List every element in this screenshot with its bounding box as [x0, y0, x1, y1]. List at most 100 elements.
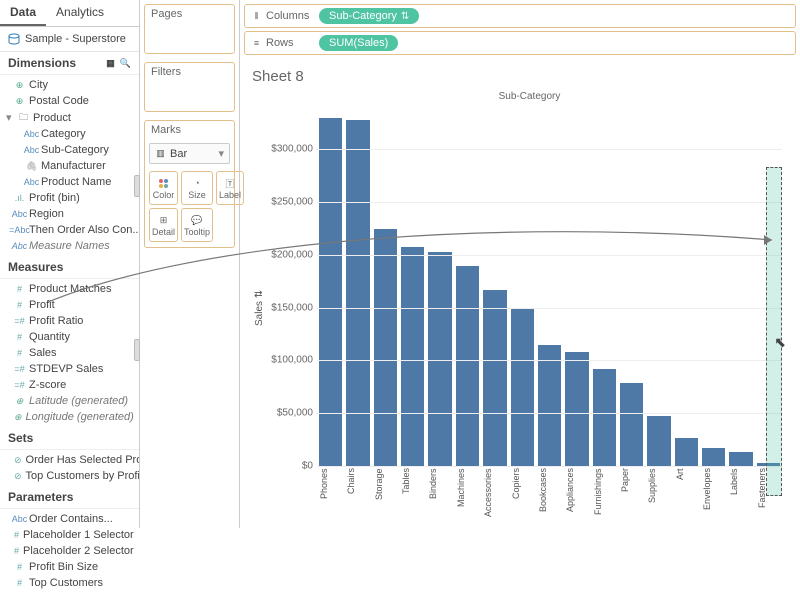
- x-tick[interactable]: Furnishings: [593, 468, 616, 526]
- x-tick[interactable]: Accessories: [483, 468, 506, 526]
- hash-icon: #: [14, 546, 19, 557]
- search-icon[interactable]: 🔍: [120, 58, 131, 69]
- bar[interactable]: [675, 438, 698, 467]
- dim-region[interactable]: AbcRegion: [0, 206, 139, 222]
- bar[interactable]: [511, 308, 534, 466]
- x-tick[interactable]: Tables: [401, 468, 424, 526]
- x-tick[interactable]: Chairs: [346, 468, 369, 526]
- color-dots-icon: [159, 179, 168, 188]
- left-sidebar: Data Analytics Sample - Superstore Dimen…: [0, 0, 140, 528]
- bar[interactable]: [428, 252, 451, 466]
- bar[interactable]: [729, 452, 752, 466]
- meas-stdevp[interactable]: =#STDEVP Sales: [0, 361, 139, 377]
- dim-manufacturer[interactable]: 🖇Manufacturer: [0, 158, 139, 174]
- mark-detail[interactable]: ⊞Detail: [149, 208, 178, 242]
- bar[interactable]: [401, 247, 424, 466]
- pill-subcategory[interactable]: Sub-Category⇅: [319, 8, 419, 24]
- x-tick[interactable]: Supplies: [647, 468, 670, 526]
- param-p2[interactable]: #Placeholder 2 Selector: [0, 543, 139, 559]
- mark-size[interactable]: ◔Size: [181, 171, 213, 205]
- x-tick[interactable]: Binders: [428, 468, 451, 526]
- mark-type-dropdown[interactable]: ▥ Bar ▾: [149, 143, 230, 164]
- meas-lon[interactable]: ⊕Longitude (generated): [0, 409, 139, 425]
- scroll-thumb[interactable]: [134, 175, 140, 197]
- database-icon: [8, 33, 20, 45]
- x-tick[interactable]: Labels: [729, 468, 752, 526]
- meas-sales[interactable]: #Sales: [0, 345, 139, 361]
- hash-icon: #: [14, 332, 25, 343]
- dim-postal[interactable]: ⊕Postal Code: [0, 93, 139, 109]
- drop-target[interactable]: [766, 167, 782, 496]
- param-pbin[interactable]: #Profit Bin Size: [0, 559, 139, 575]
- y-axis-label[interactable]: Sales ⇅: [252, 89, 267, 526]
- pill-sum-sales[interactable]: SUM(Sales): [319, 35, 398, 51]
- dim-subcategory[interactable]: AbcSub-Category: [0, 142, 139, 158]
- x-tick[interactable]: Art: [675, 468, 698, 526]
- sets-header: Sets: [0, 427, 139, 450]
- globe-icon: ⊕: [14, 96, 25, 107]
- x-tick[interactable]: Envelopes: [702, 468, 725, 526]
- bar[interactable]: [456, 266, 479, 466]
- mark-color[interactable]: Color: [149, 171, 178, 205]
- x-tick[interactable]: Bookcases: [538, 468, 561, 526]
- bar[interactable]: [647, 416, 670, 466]
- bar[interactable]: [538, 345, 561, 466]
- tab-analytics[interactable]: Analytics: [46, 0, 114, 26]
- top-shelves: ⦀Columns Sub-Category⇅ ≡Rows SUM(Sales): [240, 0, 800, 62]
- bar[interactable]: [374, 229, 397, 466]
- plot-area[interactable]: $0$50,000$100,000$150,000$200,000$250,00…: [317, 107, 782, 466]
- param-p1[interactable]: #Placeholder 1 Selector: [0, 527, 139, 543]
- x-tick[interactable]: Appliances: [565, 468, 588, 526]
- gridline: [317, 413, 782, 414]
- x-tick[interactable]: Paper: [620, 468, 643, 526]
- x-tick[interactable]: Machines: [456, 468, 479, 526]
- column-header[interactable]: Sub-Category: [267, 91, 792, 102]
- bar[interactable]: [702, 448, 725, 466]
- filters-shelf[interactable]: Filters: [144, 62, 235, 112]
- rows-shelf[interactable]: ≡Rows SUM(Sales): [244, 31, 796, 55]
- dim-measurenames[interactable]: AbcMeasure Names: [0, 238, 139, 254]
- meas-quantity[interactable]: #Quantity: [0, 329, 139, 345]
- scroll-thumb[interactable]: [134, 339, 140, 361]
- dim-city[interactable]: ⊕City: [0, 77, 139, 93]
- dim-profitbin[interactable]: .ıl.Profit (bin): [0, 190, 139, 206]
- meas-profit[interactable]: #Profit: [0, 297, 139, 313]
- dim-product[interactable]: ▾🗀Product: [0, 109, 139, 126]
- bar[interactable]: [565, 352, 588, 466]
- view-icon[interactable]: ▦: [105, 58, 116, 69]
- sheet-title[interactable]: Sheet 8: [252, 68, 792, 89]
- cursor-icon: ⬉: [774, 334, 786, 351]
- param-ordercontains[interactable]: AbcOrder Contains...: [0, 511, 139, 527]
- meas-profitratio[interactable]: =#Profit Ratio: [0, 313, 139, 329]
- dim-thenorder[interactable]: =AbcThen Order Also Con...: [0, 222, 139, 238]
- sort-desc-icon: ⇅: [401, 11, 409, 22]
- measures-header: Measures: [0, 256, 139, 279]
- bar[interactable]: [620, 383, 643, 466]
- chevron-down-icon: ▾: [218, 147, 224, 160]
- sets-list: ⊘Order Has Selected Pro... ⊘Top Customer…: [0, 450, 139, 486]
- dim-category[interactable]: AbcCategory: [0, 126, 139, 142]
- x-tick[interactable]: Copiers: [511, 468, 534, 526]
- bar[interactable]: [593, 369, 616, 466]
- calc-abc-icon: =Abc: [14, 225, 25, 236]
- pages-shelf[interactable]: Pages: [144, 4, 235, 54]
- abc-icon: Abc: [14, 241, 25, 252]
- cards-column: Pages Filters Marks ▥ Bar ▾ Color ◔Size …: [140, 0, 240, 528]
- dim-productname[interactable]: AbcProduct Name: [0, 174, 139, 190]
- meas-zscore[interactable]: =#Z-score: [0, 377, 139, 393]
- meas-productmatches[interactable]: #Product Matches: [0, 281, 139, 297]
- mark-tooltip[interactable]: 💬Tooltip: [181, 208, 213, 242]
- set-orderhas[interactable]: ⊘Order Has Selected Pro...: [0, 452, 139, 468]
- datasource-item[interactable]: Sample - Superstore: [0, 27, 139, 52]
- x-tick[interactable]: Storage: [374, 468, 397, 526]
- chart[interactable]: Sub-Category $0$50,000$100,000$150,000$2…: [267, 89, 792, 526]
- x-tick[interactable]: Phones: [319, 468, 342, 526]
- tab-data[interactable]: Data: [0, 0, 46, 26]
- gridline: [317, 360, 782, 361]
- param-topc[interactable]: #Top Customers: [0, 575, 139, 591]
- meas-lat[interactable]: ⊕Latitude (generated): [0, 393, 139, 409]
- set-topcust[interactable]: ⊘Top Customers by Profit: [0, 468, 139, 484]
- columns-shelf[interactable]: ⦀Columns Sub-Category⇅: [244, 4, 796, 28]
- calc-hash-icon: =#: [14, 316, 25, 327]
- bar[interactable]: [483, 290, 506, 466]
